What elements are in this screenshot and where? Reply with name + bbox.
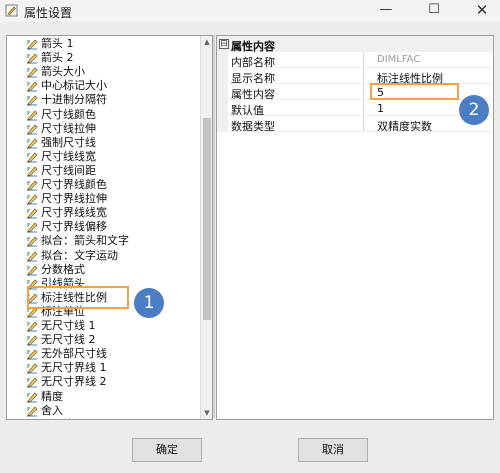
row-gutter [217, 116, 228, 132]
property-row-data-type[interactable]: 数据类型 双精度实数 [217, 116, 493, 133]
ok-button[interactable]: 确定 [132, 438, 202, 462]
tree-item-label: 箭头大小 [41, 65, 85, 79]
tree-vertical-scrollbar[interactable]: ▲ ▼ [200, 36, 212, 419]
pencil-property-icon [25, 249, 39, 263]
maximize-button[interactable]: ☐ [424, 1, 444, 19]
pencil-property-icon [25, 263, 39, 277]
column-divider [363, 84, 364, 100]
pencil-property-icon [25, 51, 39, 65]
tree-item-label: 尺寸线间距 [41, 163, 96, 177]
pencil-property-icon [25, 192, 39, 206]
tree-item-label: 强制尺寸线 [41, 135, 96, 149]
property-tree[interactable]: 箭头 1 箭头 2 箭头大小 中心标记大小 十进制分隔符 尺寸线颜色 尺寸线拉伸 强制尺寸线尺… [6, 35, 213, 420]
column-divider [363, 100, 364, 116]
pencil-property-icon [25, 206, 39, 220]
column-divider [363, 116, 364, 132]
pencil-property-icon [25, 122, 39, 136]
pencil-property-icon [25, 418, 39, 419]
property-value: DIMLFAC [377, 54, 421, 65]
panel-splitter[interactable] [213, 35, 215, 418]
pencil-property-icon [25, 319, 39, 333]
scroll-up-arrow-icon[interactable]: ▲ [201, 36, 212, 48]
tree-item-label: 尺寸界线偏移 [41, 220, 107, 234]
tree-item-label: 尺寸界线拉伸 [41, 192, 107, 206]
row-gutter [217, 84, 228, 100]
property-row-internal-name[interactable]: 内部名称 DIMLFAC [217, 52, 493, 69]
pencil-property-icon [25, 108, 39, 122]
collapse-toggle-icon[interactable]: ⊟ [219, 39, 229, 49]
tree-item-label: 无尺寸界线 1 [41, 361, 107, 375]
tree-item-label: 中心标记大小 [41, 79, 107, 93]
tree-item-label: 箭头 2 [41, 51, 74, 65]
app-icon [5, 4, 18, 17]
title-bar: 属性设置 — ☐ ✕ [0, 0, 500, 22]
row-gutter [217, 68, 228, 84]
tree-item-label: 尺寸界线颜色 [41, 178, 107, 191]
step-badge-2: 2 [459, 95, 489, 125]
tree-item-label: 无外部尺寸线 [41, 347, 107, 361]
tree-item-label: 尺寸界线线宽 [41, 206, 107, 220]
window-title: 属性设置 [24, 6, 73, 20]
pencil-property-icon [25, 79, 39, 93]
tree-item-label: 无尺寸界线 2 [41, 375, 107, 389]
tree-item-label: 拟合：箭头和文字 [41, 234, 129, 248]
step-badge-1: 1 [134, 288, 164, 318]
pencil-property-icon [25, 390, 39, 404]
property-row-display-name[interactable]: 显示名称 标注线性比例 [217, 68, 493, 85]
category-row[interactable]: ⊟ 属性内容 [217, 36, 493, 53]
pencil-property-icon [25, 220, 39, 234]
pencil-property-icon [25, 404, 39, 418]
close-button[interactable]: ✕ [472, 1, 492, 19]
pencil-property-icon [25, 136, 39, 150]
pencil-property-icon [25, 361, 39, 375]
scroll-down-arrow-icon[interactable]: ▼ [201, 407, 212, 419]
property-value: 1 [377, 102, 384, 115]
column-divider [363, 68, 364, 84]
tree-item-label: 尺寸线拉伸 [41, 121, 96, 135]
selected-item-highlight-box [27, 286, 129, 309]
pencil-property-icon [25, 234, 39, 248]
cancel-button[interactable]: 取消 [298, 438, 368, 462]
tree-item-label: 公差箭头 [41, 418, 85, 419]
tree-item-label: 十进制分隔符 [41, 93, 107, 107]
pencil-property-icon [25, 150, 39, 164]
tree-item-label: 无尺寸线 2 [41, 333, 96, 347]
pencil-property-icon [25, 347, 39, 361]
row-gutter [217, 52, 228, 68]
tree-item-label: 精度 [41, 389, 63, 403]
row-gutter [217, 100, 228, 116]
minimize-button[interactable]: — [376, 1, 396, 19]
pencil-property-icon [25, 65, 39, 79]
tree-item-label: 舍入 [41, 403, 63, 417]
column-divider [363, 52, 364, 68]
pencil-property-icon [25, 93, 39, 107]
row-separator [228, 131, 493, 132]
pencil-property-icon [25, 178, 39, 192]
tree-item-label: 箭头 1 [41, 37, 74, 50]
tree-item-label: 拟合：文字运动 [41, 248, 118, 262]
property-row-default[interactable]: 默认值 1 [217, 100, 493, 117]
tree-item-label: 无尺寸线 1 [41, 319, 96, 332]
tree-item-label: 尺寸线颜色 [41, 107, 96, 121]
pencil-property-icon [25, 333, 39, 347]
pencil-property-icon [25, 37, 39, 51]
scroll-thumb[interactable] [203, 118, 211, 320]
tree-item-label: 分数格式 [41, 262, 85, 276]
value-highlight-box [370, 83, 459, 100]
tree-item-label: 尺寸线线宽 [41, 149, 96, 163]
pencil-property-icon [25, 375, 39, 389]
pencil-property-icon [25, 164, 39, 178]
